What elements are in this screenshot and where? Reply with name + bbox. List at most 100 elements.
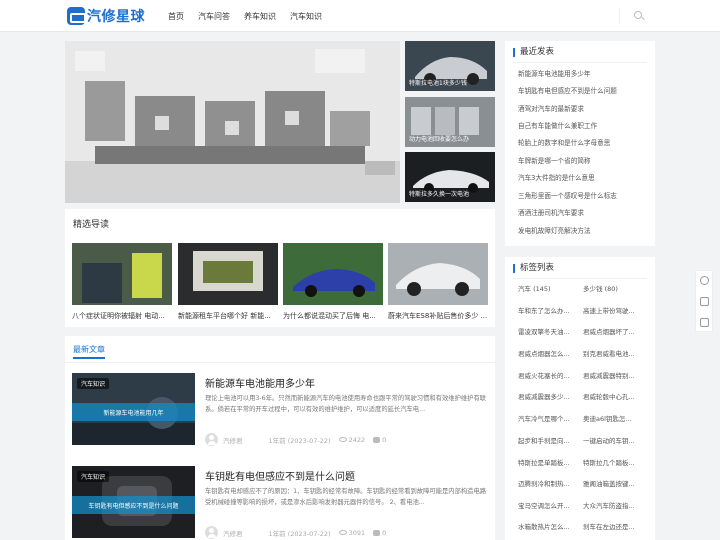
article-thumbnail[interactable]: 车钥匙有电但感应不到是什么问题 汽车知识 <box>72 466 195 538</box>
tag-link[interactable]: 君威减震器特别... <box>583 370 647 380</box>
featured-picks: 精选导读 八个症状证明你被辐射 电动... 新能源租车平台哪个好 新能... 为… <box>65 209 495 327</box>
tag-link[interactable]: 宝马空调怎么开... <box>518 500 582 510</box>
tag-link[interactable]: 特斯拉是单踏板... <box>518 457 582 467</box>
share-icon[interactable] <box>700 318 709 327</box>
recent-post-link[interactable]: 轮胎上的数字和是什么字母意思 <box>518 137 610 147</box>
article-item[interactable]: 新能源车电池能用几年 汽车知识 新能源车电池能用多少年 理论上电池可以用3-6年… <box>72 373 488 447</box>
recent-posts-widget: 最近发表 新能源车电池能用多少年 车钥匙有电但感应不到是什么问题 酒驾对汽车的最… <box>505 41 655 246</box>
recent-posts-title: 最近发表 <box>513 48 554 57</box>
tag-link[interactable]: 多少钱 (80) <box>583 283 647 293</box>
category-tag[interactable]: 汽车知识 <box>77 471 110 482</box>
site-logo[interactable]: 汽修星球 <box>67 6 145 26</box>
divider <box>513 278 647 279</box>
tag-link[interactable]: 奥迪a6l钥匙怎... <box>583 413 647 423</box>
banner-side-item-2[interactable]: 动力电池回收要怎么办 <box>405 97 495 147</box>
tag-link[interactable]: 一键启动的车钥... <box>583 435 647 445</box>
car-logo-icon <box>67 7 86 25</box>
tag-link[interactable]: 迈腾刹冷和制热... <box>518 478 582 488</box>
recent-post-link[interactable]: 车钥匙有电但感应不到是什么问题 <box>518 85 617 95</box>
category-tag[interactable]: 汽车知识 <box>77 378 110 389</box>
tag-link[interactable]: 起步和手刹是向... <box>518 435 582 445</box>
tag-list-title: 标签列表 <box>513 264 554 273</box>
nav-car-qa[interactable]: 汽车问答 <box>198 11 230 22</box>
site-header: 汽修星球 首页 汽车问答 养车知识 汽车知识 <box>0 0 720 32</box>
tag-link[interactable]: 特斯拉几个踏板... <box>583 457 647 467</box>
recent-post-link[interactable]: 汽车3大件指的是什么意思 <box>518 172 595 182</box>
article-views: 2422 <box>348 435 366 444</box>
article-author[interactable]: 汽修君 <box>223 435 243 445</box>
pick-item[interactable]: 为什么都说混动买了后悔 电... <box>283 243 383 321</box>
tag-link[interactable]: 水箱散热片怎么... <box>518 521 582 531</box>
tag-list-widget: 标签列表 汽车 (145) 多少钱 (80) 车和东了怎么办... 高速上带份驾… <box>505 257 655 540</box>
tab-latest-articles[interactable]: 最新文章 <box>73 344 105 355</box>
avatar-icon <box>205 433 218 446</box>
tag-link[interactable]: 汽车 (145) <box>518 283 582 293</box>
article-thumbnail-text: 新能源车电池能用几年 <box>103 410 164 417</box>
article-item[interactable]: 车钥匙有电但感应不到是什么问题 汽车知识 车钥匙有电但感应不到是什么问题 车钥匙… <box>72 466 488 540</box>
recent-post-link[interactable]: 车牌新是哪一个省的简称 <box>518 155 591 165</box>
article-comments: 0 <box>382 528 387 537</box>
nav-maintenance[interactable]: 养车知识 <box>244 11 276 22</box>
pick-title: 新能源租车平台哪个好 新能... <box>178 312 271 320</box>
article-thumbnail[interactable]: 新能源车电池能用几年 汽车知识 <box>72 373 195 445</box>
article-title[interactable]: 新能源车电池能用多少年 <box>205 375 315 390</box>
tag-link[interactable]: 君威轮毂中心孔... <box>583 391 647 401</box>
article-date: 1年前 (2023-07-22) <box>268 529 331 538</box>
article-excerpt: 车钥匙有电却感应不了的原因：1、车钥匙的经常有故障。车钥匙的经常看到故障可能是内… <box>205 488 487 506</box>
tag-link[interactable]: 君威点烟器怎么... <box>518 348 582 358</box>
article-thumbnail-text: 车钥匙有电但感应不到是什么问题 <box>88 503 179 510</box>
main-nav: 首页 汽车问答 养车知识 汽车知识 <box>168 0 336 32</box>
comment-icon <box>373 529 381 536</box>
article-comments: 0 <box>382 435 387 444</box>
banner-side-item-3[interactable]: 特斯拉多久换一次电池 <box>405 152 495 202</box>
recent-post-link[interactable]: 发电机故障灯亮解决方法 <box>518 225 591 235</box>
article-excerpt: 理论上电池可以用3-6年。只然而新能源汽车的电池使用寿命也跟平常的驾驶习惯和有效… <box>205 395 487 413</box>
tag-link[interactable]: 高速上带份驾驶... <box>583 305 647 315</box>
nav-car-knowledge[interactable]: 汽车知识 <box>290 11 322 22</box>
tab-active-indicator <box>73 357 105 359</box>
recent-post-link[interactable]: 三角形里面一个感叹号是什么标志 <box>518 190 617 200</box>
recent-post-link[interactable]: 自己有车能做什么兼职工作 <box>518 120 597 130</box>
banner-side-caption: 特斯拉多久换一次电池 <box>409 191 470 198</box>
qrcode-icon[interactable] <box>700 297 709 306</box>
latest-articles: 最新文章 新能源车电池能用几年 汽车知识 新能源车电池能用多少年 理论上电池可以… <box>65 336 495 540</box>
pick-item[interactable]: 八个症状证明你被辐射 电动... <box>72 243 172 321</box>
article-thumbnail-banner: 新能源车电池能用几年 <box>72 403 195 421</box>
pick-item[interactable]: 新能源租车平台哪个好 新能... <box>178 243 278 321</box>
divider <box>65 362 495 363</box>
tag-link[interactable]: 君威减震器多少... <box>518 391 582 401</box>
tag-link[interactable]: 雷凌双擎冬天油... <box>518 326 582 336</box>
chat-icon[interactable] <box>700 276 709 285</box>
recent-post-link[interactable]: 酒驾对汽车的最新要求 <box>518 103 584 113</box>
banner-pixelated-image <box>65 41 400 203</box>
tag-link[interactable]: 雅阁油箱盖按键... <box>583 478 647 488</box>
tag-link[interactable]: 刹车在左边还是... <box>583 521 647 531</box>
avatar-icon <box>205 526 218 539</box>
floating-toolbar <box>695 270 713 332</box>
pick-item[interactable]: 蔚来汽车ES8补贴后售价多少 ... <box>388 243 488 321</box>
recent-post-link[interactable]: 酒酒注册司机汽车要求 <box>518 207 584 217</box>
picks-title: 精选导读 <box>73 220 110 230</box>
article-meta: 汽修君 1年前 (2023-07-22) 2422 0 <box>205 433 386 446</box>
banner-main-image[interactable] <box>65 41 400 203</box>
tag-link[interactable]: 大众汽车防盗指... <box>583 500 647 510</box>
pick-image <box>388 243 488 305</box>
banner-side-caption: 动力电池回收要怎么办 <box>409 136 470 143</box>
tag-link[interactable]: 君威火花塞长的... <box>518 370 582 380</box>
pick-image <box>283 243 383 305</box>
tag-link[interactable]: 车和东了怎么办... <box>518 305 582 315</box>
pick-title: 蔚来汽车ES8补贴后售价多少 ... <box>388 312 488 320</box>
article-views: 3091 <box>348 528 366 537</box>
divider <box>513 62 647 63</box>
tag-link[interactable]: 别克君威看电池... <box>583 348 647 358</box>
article-author[interactable]: 汽修君 <box>223 528 243 538</box>
tag-link[interactable]: 君威点烟器坏了... <box>583 326 647 336</box>
banner-side-item-1[interactable]: 特斯拉电池1块多少钱 <box>405 41 495 91</box>
eye-icon <box>338 530 347 535</box>
search-icon[interactable] <box>632 9 646 23</box>
banner-side-caption: 特斯拉电池1块多少钱 <box>409 80 467 87</box>
recent-post-link[interactable]: 新能源车电池能用多少年 <box>518 68 591 78</box>
tag-link[interactable]: 汽车冷气是哪个... <box>518 413 582 423</box>
nav-home[interactable]: 首页 <box>168 11 184 22</box>
article-title[interactable]: 车钥匙有电但感应不到是什么问题 <box>205 468 355 483</box>
